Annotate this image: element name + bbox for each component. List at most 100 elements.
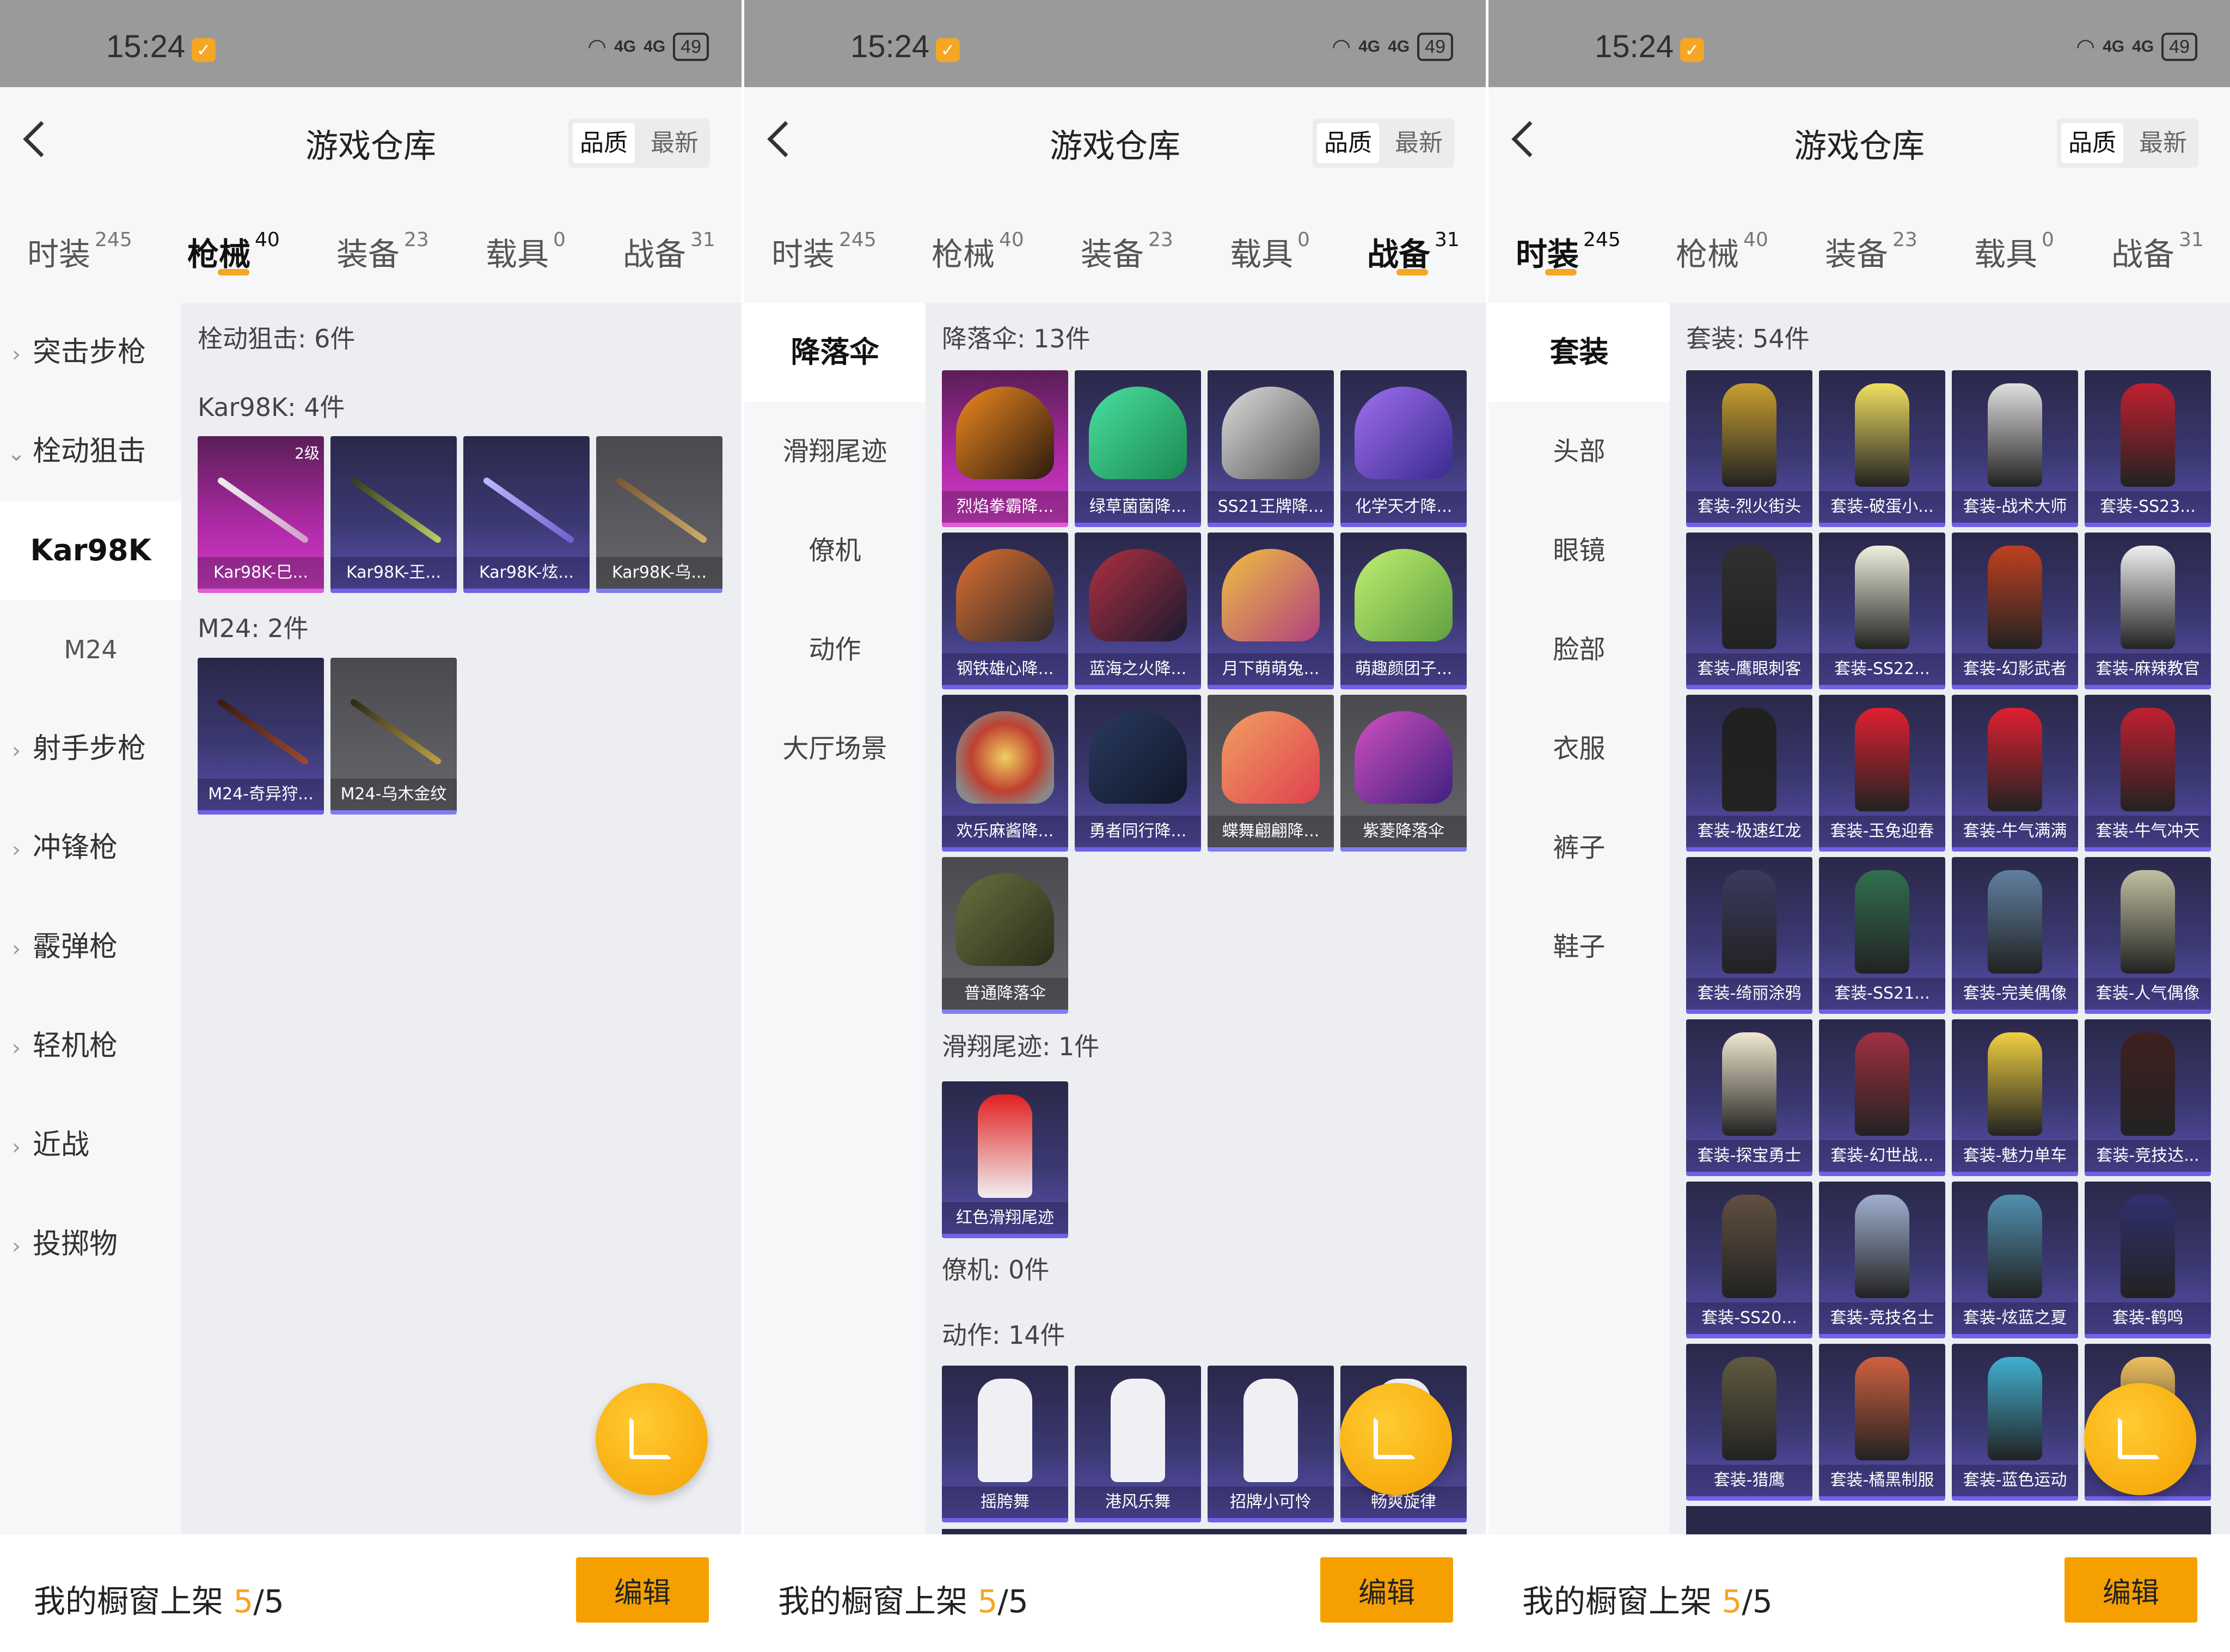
- item-card[interactable]: 套装-牛气冲天: [2085, 695, 2211, 852]
- item-card[interactable]: 套装-烈火街头: [1686, 370, 1812, 527]
- item-card[interactable]: Kar98K-炫...: [463, 436, 590, 593]
- tab-fashion[interactable]: 时装 245: [27, 229, 132, 274]
- item-card[interactable]: 套装-探宝勇士: [1686, 1019, 1812, 1176]
- tab-readiness[interactable]: 战备 31: [2111, 229, 2204, 274]
- tab-vehicles[interactable]: 载具 0: [1230, 229, 1310, 274]
- item-card[interactable]: 钢铁雄心降...: [942, 533, 1068, 689]
- tab-vehicles[interactable]: 载具 0: [1974, 229, 2054, 274]
- item-card[interactable]: 套装-牛气满满: [1952, 695, 2078, 852]
- item-card[interactable]: 化学天才降...: [1340, 370, 1467, 527]
- item-card[interactable]: 套装-幻世战...: [1819, 1019, 1945, 1176]
- tab-equipment[interactable]: 装备 23: [1825, 229, 1917, 274]
- tab-vehicles[interactable]: 载具 0: [486, 229, 566, 274]
- item-card[interactable]: 套装-SS20...: [1686, 1182, 1812, 1338]
- item-card[interactable]: 套装-SS21...: [1819, 857, 1945, 1014]
- item-card[interactable]: 套装-炫蓝之夏: [1952, 1182, 2078, 1338]
- item-card[interactable]: 招牌小可怜: [1208, 1366, 1334, 1522]
- sidebar-item-lmg[interactable]: › 轻机枪: [0, 996, 181, 1096]
- item-card[interactable]: 套装-魅力单车: [1952, 1019, 2078, 1176]
- item-card[interactable]: 套装-竞技达...: [2085, 1019, 2211, 1176]
- item-card[interactable]: 套装-幻影武者: [1952, 533, 2078, 689]
- sidebar-item-smg[interactable]: › 冲锋枪: [0, 798, 181, 897]
- sort-quality-button[interactable]: 品质: [2061, 123, 2123, 163]
- sidebar-item-parachute[interactable]: 降落伞: [744, 303, 926, 402]
- share-button[interactable]: [2084, 1383, 2196, 1495]
- item-card[interactable]: 套装-人气偶像: [2085, 857, 2211, 1014]
- sidebar-item-glasses[interactable]: 眼镜: [1488, 501, 1670, 600]
- item-card[interactable]: 2级 Kar98K-巳...: [198, 436, 324, 593]
- share-button[interactable]: [596, 1383, 708, 1495]
- sidebar-item-lobby-scene[interactable]: 大厅场景: [744, 699, 926, 798]
- sidebar-item-wingman[interactable]: 僚机: [744, 501, 926, 600]
- tab-equipment[interactable]: 装备 23: [1081, 229, 1173, 274]
- item-card[interactable]: 港风乐舞: [1075, 1366, 1201, 1522]
- sort-quality-button[interactable]: 品质: [573, 123, 635, 163]
- item-card[interactable]: 月下萌萌兔...: [1208, 533, 1334, 689]
- item-card[interactable]: 套装-极速红龙: [1686, 695, 1812, 852]
- item-card[interactable]: 套装-蓝色运动: [1952, 1344, 2078, 1501]
- tab-readiness[interactable]: 战备 31: [623, 229, 715, 274]
- sidebar-item-face[interactable]: 脸部: [1488, 600, 1670, 699]
- sidebar-item-shoes[interactable]: 鞋子: [1488, 897, 1670, 996]
- item-card[interactable]: M24-乌木金纹: [330, 658, 457, 815]
- sidebar-item-emote[interactable]: 动作: [744, 600, 926, 699]
- sidebar-item-glide-trail[interactable]: 滑翔尾迹: [744, 402, 926, 501]
- sidebar-item-melee[interactable]: › 近战: [0, 1096, 181, 1195]
- item-card[interactable]: 套装-SS23...: [2085, 370, 2211, 527]
- item-card[interactable]: 套装-破蛋小...: [1819, 370, 1945, 527]
- bottom-bar: 我的橱窗上架 5/5 编辑: [1488, 1534, 2230, 1652]
- item-card[interactable]: 套装-麻辣教官: [2085, 533, 2211, 689]
- tab-equipment[interactable]: 装备 23: [336, 229, 429, 274]
- item-card[interactable]: 欢乐麻酱降...: [942, 695, 1068, 852]
- item-card[interactable]: 套装-绮丽涂鸦: [1686, 857, 1812, 1014]
- sort-quality-button[interactable]: 品质: [1317, 123, 1379, 163]
- item-card[interactable]: 蓝海之火降...: [1075, 533, 1201, 689]
- tab-weapons[interactable]: 枪械 40: [187, 229, 280, 274]
- item-card[interactable]: Kar98K-王...: [330, 436, 457, 593]
- item-card[interactable]: 萌趣颜团子...: [1340, 533, 1467, 689]
- sidebar-item-marksman-rifle[interactable]: › 射手步枪: [0, 699, 181, 798]
- edit-button[interactable]: 编辑: [576, 1557, 709, 1623]
- sidebar-item-assault-rifle[interactable]: › 突击步枪: [0, 303, 181, 402]
- sidebar-item-pants[interactable]: 裤子: [1488, 798, 1670, 897]
- item-card[interactable]: 烈焰拳霸降...: [942, 370, 1068, 527]
- sort-latest-button[interactable]: 最新: [644, 123, 706, 163]
- item-card[interactable]: 摇胯舞: [942, 1366, 1068, 1522]
- item-card[interactable]: 套装-猎鹰: [1686, 1344, 1812, 1501]
- sidebar-item-bolt-sniper[interactable]: ⌄ 栓动狙击: [0, 402, 181, 501]
- tab-readiness[interactable]: 战备 31: [1367, 229, 1460, 274]
- sort-latest-button[interactable]: 最新: [2132, 123, 2194, 163]
- item-card[interactable]: 蝶舞翩翩降...: [1208, 695, 1334, 852]
- sidebar-item-kar98k[interactable]: Kar98K: [0, 501, 181, 600]
- tab-weapons[interactable]: 枪械 40: [1676, 229, 1768, 274]
- item-card[interactable]: 勇者同行降...: [1075, 695, 1201, 852]
- edit-button[interactable]: 编辑: [1320, 1557, 1453, 1623]
- share-button[interactable]: [1340, 1383, 1452, 1495]
- sidebar-item-shotgun[interactable]: › 霰弹枪: [0, 897, 181, 996]
- sidebar-item-m24[interactable]: M24: [0, 600, 181, 699]
- tab-weapons[interactable]: 枪械 40: [932, 229, 1024, 274]
- item-card[interactable]: 套装-鹤鸣: [2085, 1182, 2211, 1338]
- item-card[interactable]: M24-奇异狩...: [198, 658, 324, 815]
- item-card[interactable]: 红色滑翔尾迹: [942, 1081, 1068, 1238]
- item-card[interactable]: SS21王牌降...: [1208, 370, 1334, 527]
- item-card[interactable]: Kar98K-乌...: [596, 436, 722, 593]
- tab-fashion[interactable]: 时装 245: [1516, 229, 1621, 274]
- item-card[interactable]: 套装-完美偶像: [1952, 857, 2078, 1014]
- item-card[interactable]: 套装-竞技名士: [1819, 1182, 1945, 1338]
- sidebar-item-throwables[interactable]: › 投掷物: [0, 1195, 181, 1294]
- item-card[interactable]: 紫菱降落伞: [1340, 695, 1467, 852]
- sidebar-item-clothes[interactable]: 衣服: [1488, 699, 1670, 798]
- item-card[interactable]: 绿草菌菌降...: [1075, 370, 1201, 527]
- item-card[interactable]: 套装-SS22...: [1819, 533, 1945, 689]
- sidebar-item-head[interactable]: 头部: [1488, 402, 1670, 501]
- tab-fashion[interactable]: 时装 245: [771, 229, 877, 274]
- item-card[interactable]: 套装-玉兔迎春: [1819, 695, 1945, 852]
- item-card[interactable]: 套装-橘黑制服: [1819, 1344, 1945, 1501]
- edit-button[interactable]: 编辑: [2064, 1557, 2197, 1623]
- sort-latest-button[interactable]: 最新: [1388, 123, 1450, 163]
- item-card[interactable]: 套装-鹰眼刺客: [1686, 533, 1812, 689]
- item-card[interactable]: 套装-战术大师: [1952, 370, 2078, 527]
- sidebar-item-outfit[interactable]: 套装: [1488, 303, 1670, 402]
- item-card[interactable]: 普通降落伞: [942, 857, 1068, 1014]
